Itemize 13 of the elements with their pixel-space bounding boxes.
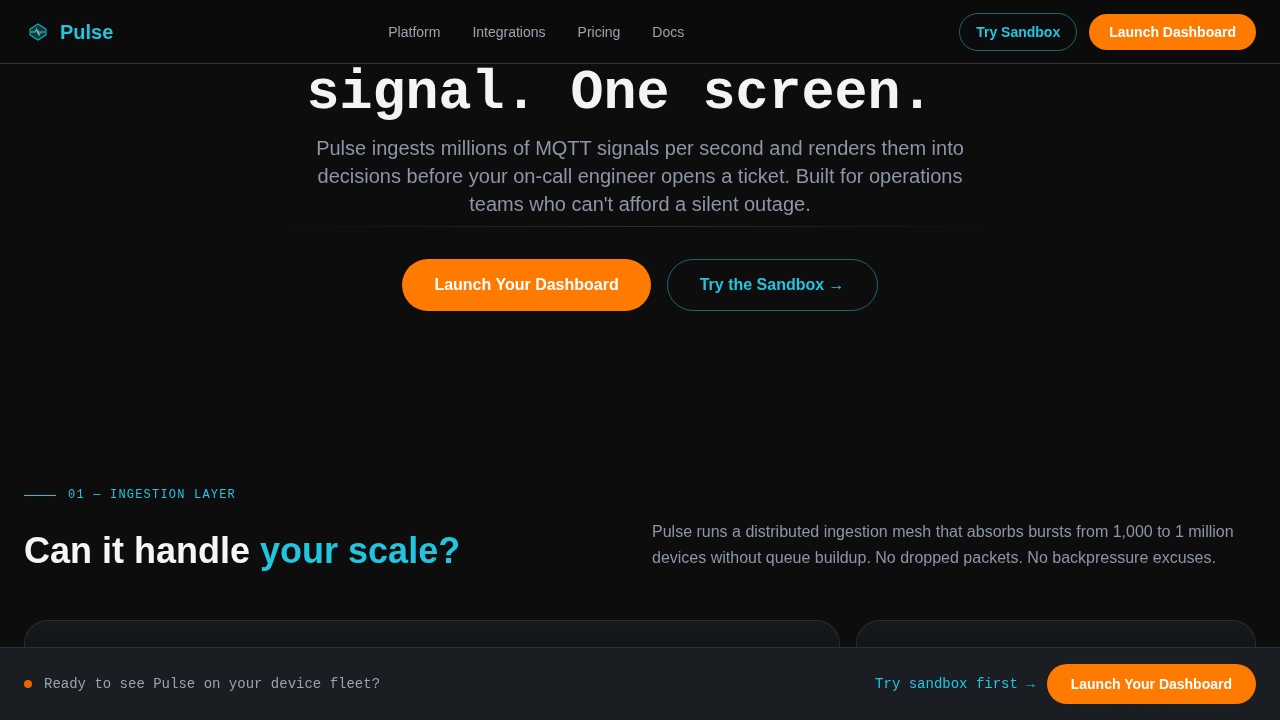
section-heading: Can it handle your scale? [24, 531, 462, 571]
nav-link[interactable]: Platform [388, 21, 441, 42]
sandbox-link[interactable]: Try sandbox first → [875, 674, 1035, 694]
nav-link[interactable]: Pricing [577, 21, 621, 42]
hero-title: signal. One screen. [306, 66, 934, 121]
brand-name[interactable]: Pulse [60, 16, 114, 47]
nav-link[interactable]: Docs [652, 21, 685, 42]
section-description: Pulse runs a distributed ingestion mesh that absorbs bursts from 1,000 to 1 million devices without queue buildup. No dropped packets. No backpressure excuses. [652, 522, 1235, 568]
nav-link[interactable]: Integrations [472, 21, 546, 42]
hero-description: Pulse ingests millions of MQTT signals per second and renders them into decisions before your on-call engineer opens a ticket. Built for operations teams who can't afford a silent outage. [315, 136, 965, 217]
logo-icon [28, 21, 48, 42]
section-eyebrow: 01 — INGESTION LAYER [68, 487, 237, 503]
cta-message: Ready to see Pulse on your device fleet? [44, 675, 381, 694]
